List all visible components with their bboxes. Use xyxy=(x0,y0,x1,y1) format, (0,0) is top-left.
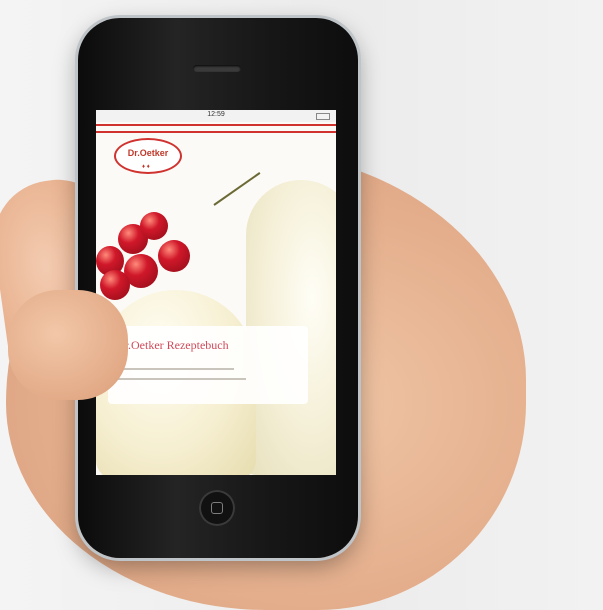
logo-drops-icon: ♦ ♦ xyxy=(142,164,150,170)
status-time: 12:59 xyxy=(207,111,225,118)
home-button[interactable] xyxy=(199,490,235,526)
photo-scene: 12:59 Dr.Oetker ♦ ♦ Dr.Oetker Rezeptebuc… xyxy=(0,0,603,610)
card-text-line xyxy=(116,368,234,370)
header-divider-top xyxy=(96,124,336,126)
brand-logo[interactable]: Dr.Oetker ♦ ♦ xyxy=(114,138,182,174)
status-bar: 12:59 xyxy=(96,110,336,122)
phone-screen: 12:59 Dr.Oetker ♦ ♦ Dr.Oetker Rezeptebuc… xyxy=(96,110,336,475)
brand-logo-text: Dr.Oetker xyxy=(127,148,169,158)
index-finger xyxy=(8,290,128,400)
earpiece-speaker xyxy=(193,65,241,72)
intro-card[interactable]: Dr.Oetker Rezeptebuch xyxy=(108,326,308,404)
smartphone: 12:59 Dr.Oetker ♦ ♦ Dr.Oetker Rezeptebuc… xyxy=(78,18,358,558)
card-text-line xyxy=(116,378,246,380)
battery-icon xyxy=(316,113,330,120)
home-button-icon xyxy=(211,502,223,514)
cherry-image xyxy=(140,212,168,240)
cherry-image xyxy=(158,240,190,272)
header-divider-bottom xyxy=(96,131,336,133)
cherry-image xyxy=(100,270,130,300)
card-title: Dr.Oetker Rezeptebuch xyxy=(116,338,229,352)
cherry-stem xyxy=(213,172,261,206)
